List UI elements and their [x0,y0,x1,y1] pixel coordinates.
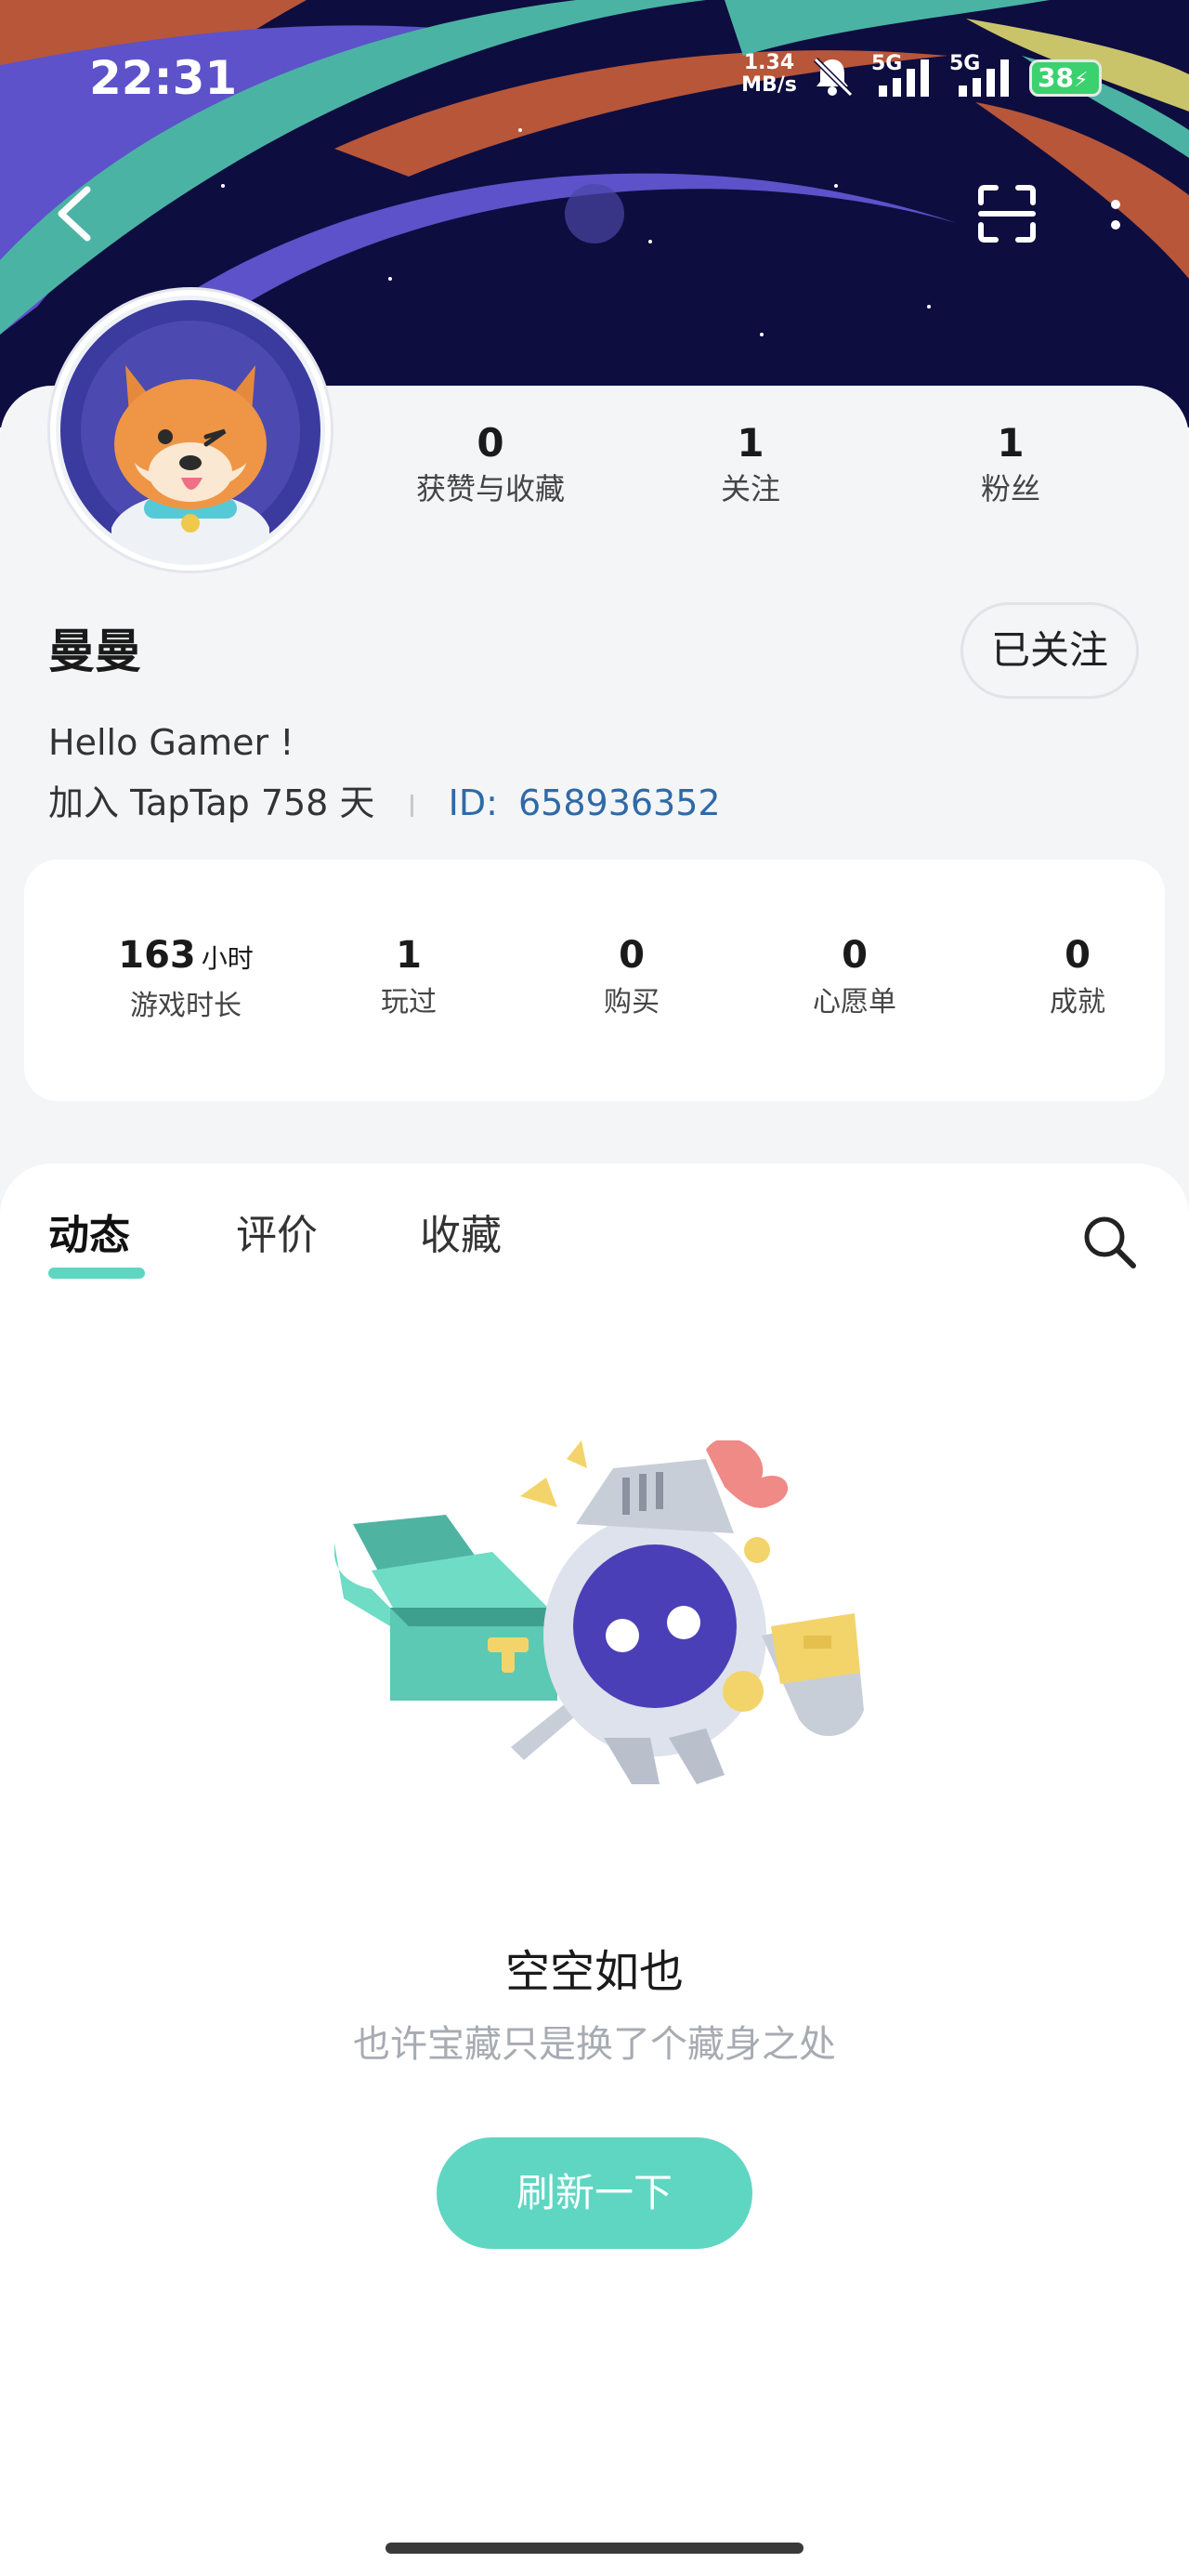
stat-followers[interactable]: 1 粉丝 [899,420,1122,509]
tab-favorites[interactable]: 收藏 [420,1208,502,1264]
playtime-unit: 小时 [201,943,254,974]
tab-moments[interactable]: 动态 [48,1208,130,1264]
mini-avatar [565,184,624,243]
purchased-label: 购买 [604,986,660,1019]
stat-following-label: 关注 [720,471,780,506]
search-icon[interactable] [1079,1212,1139,1271]
game-stat-playtime[interactable]: 163 小时 游戏时长 [84,932,288,1027]
user-id[interactable]: ID: 658936352 [449,782,721,823]
wishlist-value: 0 [842,934,868,977]
content-panel [0,1163,1189,2576]
status-bar: 22:31 1.34 MB/s 5G 5G 38⚡ [0,0,1189,139]
avatar[interactable] [50,290,331,571]
battery-icon: 38⚡ [1029,59,1102,97]
divider [410,794,413,817]
stat-followers-label: 粉丝 [980,471,1040,506]
signal-1-icon [879,59,929,97]
game-stat-purchased[interactable]: 0 购买 [529,932,734,1023]
purchased-value: 0 [619,934,645,977]
profile-bio: Hello Gamer ! [48,722,294,763]
tab-active-indicator [48,1268,145,1279]
shiba-avatar-icon [60,300,320,565]
stat-likes-value: 0 [477,420,504,466]
game-stat-achievements[interactable]: 0 成就 [975,932,1180,1023]
stat-followers-value: 1 [997,420,1025,466]
stat-following-value: 1 [737,420,764,466]
playtime-label: 游戏时长 [130,990,242,1022]
achievements-value: 0 [1065,934,1091,977]
user-id-value: 658936352 [518,782,721,823]
stat-following[interactable]: 1 关注 [639,420,862,509]
profile-join-row: 加入 TapTap 758 天 ID: 658936352 [48,777,721,829]
tab-reviews-label: 评价 [236,1212,318,1259]
stat-likes-label: 获赞与收藏 [415,471,565,506]
empty-state-subtitle: 也许宝藏只是换了个藏身之处 [353,2023,836,2066]
achievements-label: 成就 [1050,986,1105,1019]
playtime-value: 163 [118,934,196,977]
game-stats-card: 163 小时 游戏时长 1 玩过 0 购买 0 心愿单 0 成就 [24,860,1165,1101]
empty-state-title: 空空如也 [504,1946,684,1998]
join-days-text: 加入 TapTap 758 天 [48,782,375,823]
home-indicator [385,2543,804,2554]
user-id-label: ID: [448,782,498,823]
net-speed: 1.34 MB/s [741,51,797,97]
follow-button[interactable]: 已关注 [960,602,1139,699]
played-label: 玩过 [381,986,437,1019]
scan-icon[interactable] [975,182,1039,245]
knight-treasure-illustration [334,1440,864,1784]
refresh-button[interactable]: 刷新一下 [437,2137,752,2249]
stat-likes[interactable]: 0 获赞与收藏 [379,420,602,509]
mute-bell-icon [813,57,854,98]
tab-reviews[interactable]: 评价 [236,1208,318,1264]
battery-level: 38 [1038,62,1074,93]
played-value: 1 [396,934,422,977]
tab-moments-label: 动态 [48,1212,130,1259]
status-time: 22:31 [89,51,238,105]
back-icon[interactable] [52,182,97,245]
tab-favorites-label: 收藏 [420,1212,502,1259]
game-stat-played[interactable]: 1 玩过 [307,932,511,1023]
more-vertical-icon[interactable] [1102,191,1130,238]
profile-name: 曼曼 [48,624,141,678]
signal-2-icon [959,59,1009,97]
game-stat-wishlist[interactable]: 0 心愿单 [752,932,957,1023]
wishlist-label: 心愿单 [813,986,896,1019]
